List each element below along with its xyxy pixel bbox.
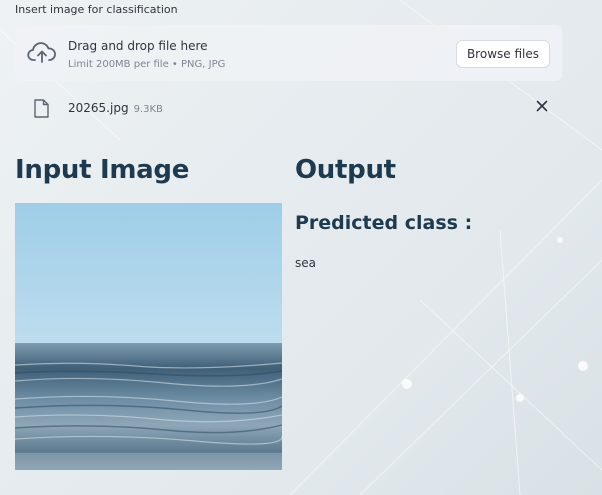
uploader-label: Insert image for classification: [15, 3, 178, 16]
file-name: 20265.jpg: [68, 101, 129, 115]
uploaded-file-row: 20265.jpg 9.3KB: [15, 96, 562, 122]
predicted-class-label: Predicted class :: [295, 212, 473, 234]
input-image-heading: Input Image: [15, 155, 190, 185]
output-heading: Output: [295, 155, 396, 185]
dropzone-title: Drag and drop file here: [68, 39, 208, 53]
file-size: 9.3KB: [133, 104, 163, 115]
file-name-container: 20265.jpg 9.3KB: [68, 101, 163, 115]
cloud-upload-icon: [27, 42, 56, 63]
predicted-class-value: sea: [295, 256, 316, 270]
file-icon: [34, 99, 49, 118]
dropzone-limit-text: Limit 200MB per file • PNG, JPG: [68, 59, 226, 70]
file-dropzone[interactable]: Drag and drop file here Limit 200MB per …: [15, 25, 562, 81]
browse-files-button[interactable]: Browse files: [455, 40, 550, 68]
input-image: [15, 203, 282, 470]
close-icon[interactable]: [536, 100, 548, 112]
